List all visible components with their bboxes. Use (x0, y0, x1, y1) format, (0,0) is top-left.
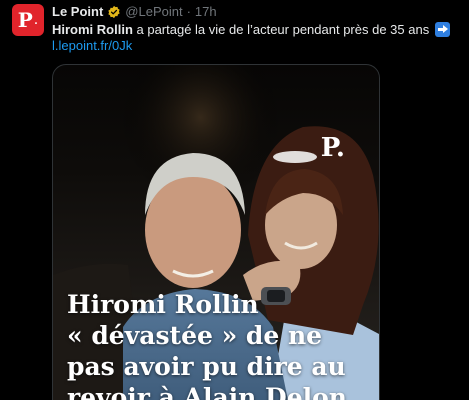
le-point-logo-icon: P (17, 8, 33, 32)
tweet-text: Hiromi Rollin a partagé la vie de l’acte… (52, 21, 462, 38)
tweet-text-bold: Hiromi Rollin (52, 22, 133, 37)
author-handle[interactable]: @LePoint (125, 4, 182, 20)
right-arrow-emoji-icon (434, 22, 450, 37)
headline-line: revoir à Alain Delon (67, 383, 347, 400)
timestamp[interactable]: 17h (195, 4, 217, 20)
separator-dot: · (186, 4, 191, 19)
headline-line: pas avoir pu dire au (67, 352, 346, 381)
article-link[interactable]: l.lepoint.fr/0Jk (52, 38, 132, 54)
author-name[interactable]: Le Point (52, 4, 103, 20)
verified-badge-icon (108, 5, 120, 19)
tweet-text-rest: a partagé la vie de l’acteur pendant prè… (132, 22, 430, 37)
tweet-header: Le Point @LePoint · 17h (52, 4, 217, 20)
tweet[interactable]: P. Le Point @LePoint · 17h Hiromi Rollin… (0, 0, 469, 400)
headline-line: « dévastée » de ne (67, 321, 323, 350)
article-headline: Hiromi Rollin « dévastée » de ne pas avo… (67, 289, 367, 400)
avatar[interactable]: P. (12, 4, 44, 36)
logo-dot: . (33, 11, 39, 28)
headline-line: Hiromi Rollin (67, 290, 259, 319)
le-point-watermark-logo: P. (320, 133, 345, 163)
media-card[interactable]: P. Hiromi Rollin « dévastée » de ne pas … (52, 64, 380, 400)
